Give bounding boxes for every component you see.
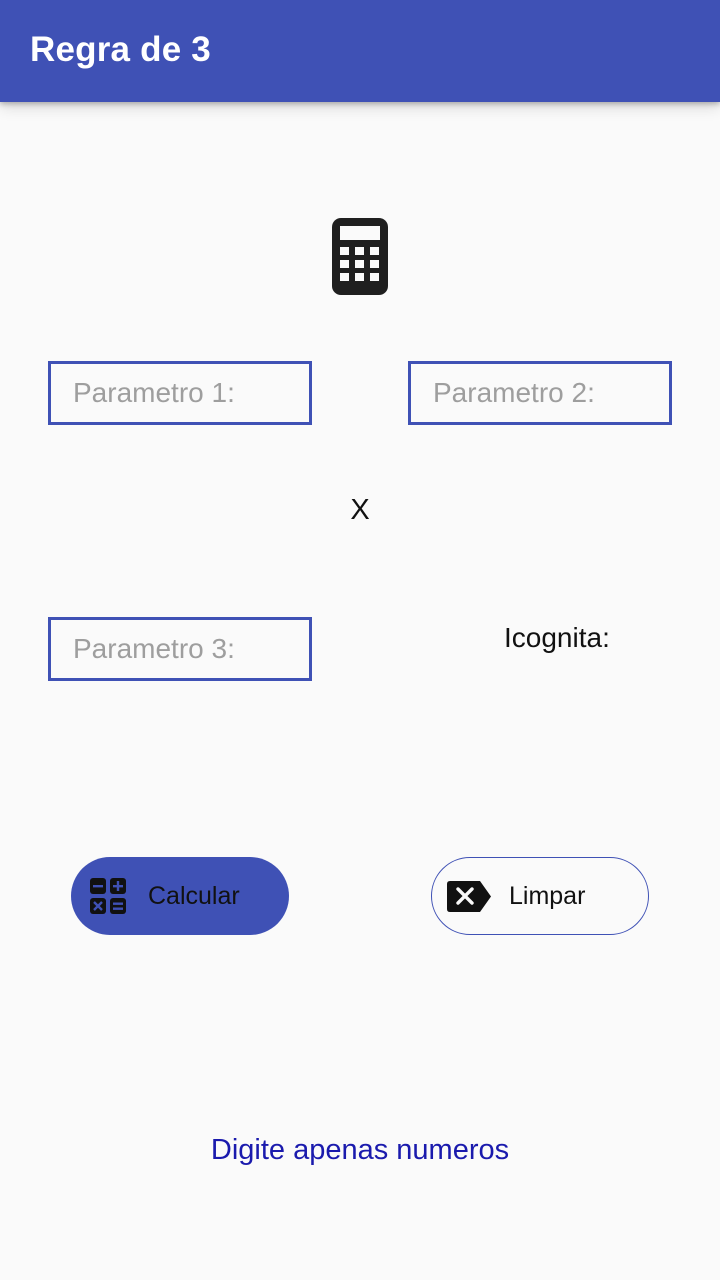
param3-input[interactable] xyxy=(51,620,309,678)
param1-field[interactable] xyxy=(48,361,312,425)
calculate-button[interactable]: Calcular xyxy=(71,857,289,935)
calculate-icon xyxy=(90,878,126,914)
clear-button-label: Limpar xyxy=(509,881,586,910)
app-title: Regra de 3 xyxy=(30,30,211,69)
calculator-icon xyxy=(332,218,388,295)
app-bar: Regra de 3 xyxy=(0,0,720,102)
backspace-icon xyxy=(447,881,491,912)
hint-text: Digite apenas numeros xyxy=(210,1134,510,1166)
incognita-result-label: Icognita: xyxy=(504,622,610,653)
clear-button[interactable]: Limpar xyxy=(431,857,649,935)
param2-input[interactable] xyxy=(411,364,669,422)
param1-input[interactable] xyxy=(51,364,309,422)
operator-x: X xyxy=(350,494,370,526)
calculate-button-label: Calcular xyxy=(148,881,240,910)
param2-field[interactable] xyxy=(408,361,672,425)
param3-field[interactable] xyxy=(48,617,312,681)
